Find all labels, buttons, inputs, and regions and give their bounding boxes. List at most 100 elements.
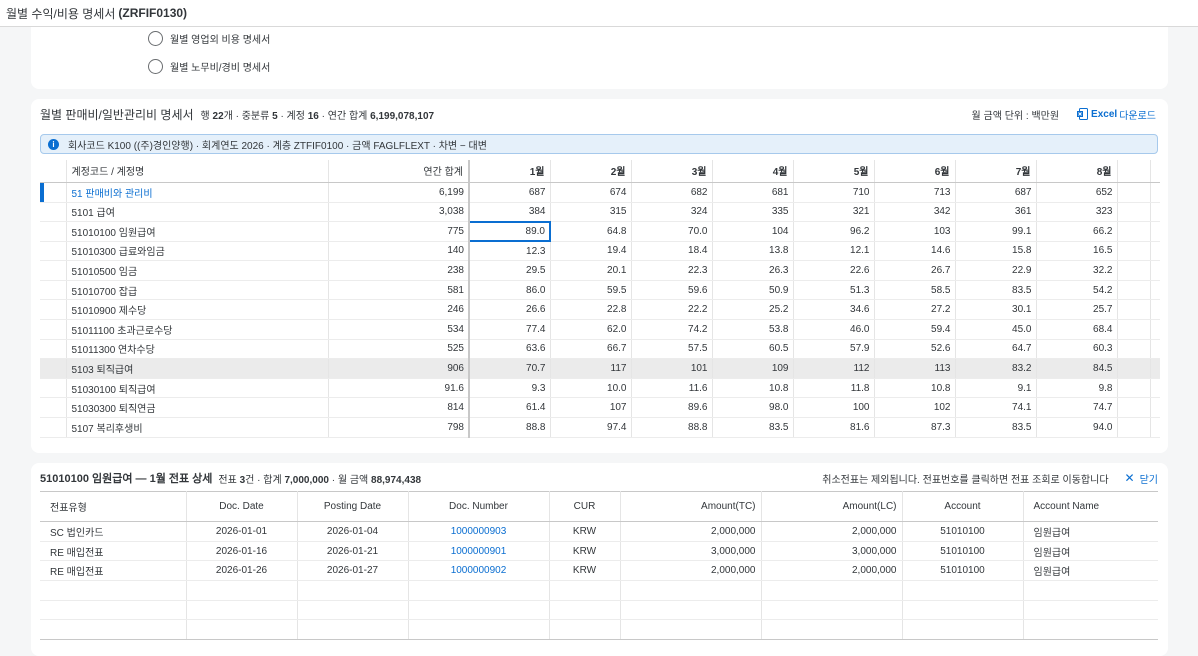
month-cell[interactable]: 22.8 <box>550 299 632 321</box>
annual-cell[interactable]: 775 <box>328 221 470 242</box>
month-cell[interactable]: 98.0 <box>712 397 794 419</box>
month-cell[interactable]: 18.4 <box>631 241 713 262</box>
annual-cell[interactable]: 534 <box>328 319 470 340</box>
doc-number-link[interactable]: 1000000902 <box>408 560 550 582</box>
month-cell[interactable]: 77.4 <box>469 319 551 340</box>
row-selector[interactable] <box>40 299 67 321</box>
table-row[interactable]: 5103 퇴직급여 906 70.7 117 101 109 112 113 83.2 84.5 <box>40 358 1160 379</box>
annual-cell[interactable]: 91.6 <box>328 378 470 399</box>
col-header-month[interactable]: 7월 <box>955 160 1037 183</box>
table-row[interactable]: 51030100 퇴직급여 91.6 9.3 10.0 11.6 10.8 11.8 10.8… <box>40 378 1160 399</box>
account-cell[interactable]: 51010500 임금 <box>66 260 329 281</box>
month-cell[interactable]: 687 <box>955 182 1037 203</box>
month-cell[interactable]: 97.4 <box>550 417 632 438</box>
col-header-month[interactable]: 6월 <box>874 160 956 183</box>
excel-download-button[interactable]: Excel 다운로드 <box>1077 107 1156 122</box>
month-cell[interactable]: 57.5 <box>631 339 713 360</box>
annual-cell[interactable]: 906 <box>328 358 470 379</box>
month-cell[interactable]: 26.6 <box>469 299 551 321</box>
radio-button[interactable] <box>148 59 163 74</box>
scrollbar-cell[interactable] <box>1150 241 1160 262</box>
row-selector[interactable] <box>40 182 67 203</box>
month-cell[interactable]: 22.2 <box>631 299 713 321</box>
col-header-month[interactable]: 2월 <box>550 160 632 183</box>
month-cell[interactable]: 51.3 <box>793 280 875 301</box>
month-cell[interactable]: 14.6 <box>874 241 956 262</box>
month-cell[interactable]: 89.0 <box>468 220 551 243</box>
month-cell[interactable]: 57.9 <box>793 339 875 360</box>
month-cell[interactable]: 324 <box>631 202 713 223</box>
document-row[interactable]: RE 매입전표 2026-01-26 2026-01-27 1000000902 KRW… <box>40 560 1158 582</box>
month-cell[interactable]: 81.6 <box>793 417 875 438</box>
month-cell[interactable]: 96.2 <box>793 221 875 242</box>
month-cell[interactable]: 53.8 <box>712 319 794 340</box>
month-cell[interactable]: 12.1 <box>793 241 875 262</box>
month-cell[interactable]: 20.1 <box>550 260 632 281</box>
annual-cell[interactable]: 581 <box>328 280 470 301</box>
table-row[interactable]: 51030300 퇴직연금 814 61.4 107 89.6 98.0 100 102 74.… <box>40 397 1160 419</box>
annual-cell[interactable]: 6,199 <box>328 182 470 203</box>
col-header-month[interactable]: 4월 <box>712 160 794 183</box>
month-cell[interactable]: 74.1 <box>955 397 1037 419</box>
month-cell[interactable]: 60.3 <box>1036 339 1118 360</box>
month-cell[interactable]: 26.7 <box>874 260 956 281</box>
account-cell[interactable]: 5103 퇴직급여 <box>66 358 329 379</box>
month-cell[interactable]: 104 <box>712 221 794 242</box>
scrollbar-cell[interactable] <box>1150 221 1160 242</box>
month-cell[interactable]: 59.5 <box>550 280 632 301</box>
month-cell[interactable]: 50.9 <box>712 280 794 301</box>
month-cell[interactable]: 109 <box>712 358 794 379</box>
table-row[interactable]: 51011300 연차수당 525 63.6 66.7 57.5 60.5 57.9 52.6… <box>40 339 1160 360</box>
scrollbar-cell[interactable] <box>1150 319 1160 340</box>
month-cell[interactable]: 74.7 <box>1036 397 1118 419</box>
month-cell[interactable]: 70.0 <box>631 221 713 242</box>
month-cell[interactable]: 74.2 <box>631 319 713 340</box>
month-cell[interactable]: 682 <box>631 182 713 203</box>
table-row[interactable]: 51010300 급료와임금 140 12.3 19.4 18.4 13.8 12.1 14.… <box>40 241 1160 262</box>
month-cell[interactable]: 26.3 <box>712 260 794 281</box>
month-cell[interactable]: 94.0 <box>1036 417 1118 438</box>
month-cell[interactable]: 11.8 <box>793 378 875 399</box>
table-row[interactable]: 51010700 잡급 581 86.0 59.5 59.6 50.9 51.3 58.5 83… <box>40 280 1160 301</box>
row-selector[interactable] <box>40 260 67 281</box>
month-cell[interactable]: 652 <box>1036 182 1118 203</box>
month-cell[interactable]: 361 <box>955 202 1037 223</box>
scrollbar-cell[interactable] <box>1150 358 1160 379</box>
document-row[interactable]: RE 매입전표 2026-01-16 2026-01-21 1000000901 KRW… <box>40 541 1158 562</box>
month-cell[interactable]: 112 <box>793 358 875 379</box>
month-cell[interactable]: 12.3 <box>469 241 551 262</box>
month-cell[interactable]: 687 <box>469 182 551 203</box>
month-cell[interactable]: 9.8 <box>1036 378 1118 399</box>
scrollbar-cell[interactable] <box>1150 202 1160 223</box>
doc-number-link[interactable]: 1000000901 <box>408 541 550 562</box>
month-cell[interactable]: 83.5 <box>712 417 794 438</box>
doc-col-header[interactable]: CUR <box>549 491 621 522</box>
month-cell[interactable]: 66.2 <box>1036 221 1118 242</box>
row-selector[interactable] <box>40 339 67 360</box>
annual-cell[interactable]: 814 <box>328 397 470 419</box>
account-cell[interactable]: 51030300 퇴직연금 <box>66 397 329 419</box>
doc-col-header[interactable]: Account <box>902 491 1024 522</box>
col-header-account[interactable]: 계정코드 / 계정명 <box>66 160 329 183</box>
table-row[interactable]: 5107 복리후생비 798 88.8 97.4 88.8 83.5 81.6 87.3 83.… <box>40 417 1160 438</box>
month-cell[interactable]: 113 <box>874 358 956 379</box>
table-row[interactable]: 5101 급여 3,038 384 315 324 335 321 342 361 323 <box>40 202 1160 223</box>
col-header-month[interactable]: 5월 <box>793 160 875 183</box>
month-cell[interactable]: 63.6 <box>469 339 551 360</box>
row-selector[interactable] <box>40 241 67 262</box>
month-cell[interactable]: 321 <box>793 202 875 223</box>
month-cell[interactable]: 70.7 <box>469 358 551 379</box>
month-cell[interactable]: 9.3 <box>469 378 551 399</box>
doc-col-header[interactable]: Posting Date <box>297 491 409 522</box>
month-cell[interactable]: 64.8 <box>550 221 632 242</box>
account-cell[interactable]: 51011300 연차수당 <box>66 339 329 360</box>
month-cell[interactable]: 25.7 <box>1036 299 1118 321</box>
month-cell[interactable]: 54.2 <box>1036 280 1118 301</box>
month-cell[interactable]: 83.2 <box>955 358 1037 379</box>
doc-col-header[interactable]: Doc. Number <box>408 491 550 522</box>
month-cell[interactable]: 34.6 <box>793 299 875 321</box>
close-button[interactable]: ✕ 닫기 <box>1125 471 1158 486</box>
annual-cell[interactable]: 140 <box>328 241 470 262</box>
month-cell[interactable]: 22.3 <box>631 260 713 281</box>
month-cell[interactable]: 117 <box>550 358 632 379</box>
